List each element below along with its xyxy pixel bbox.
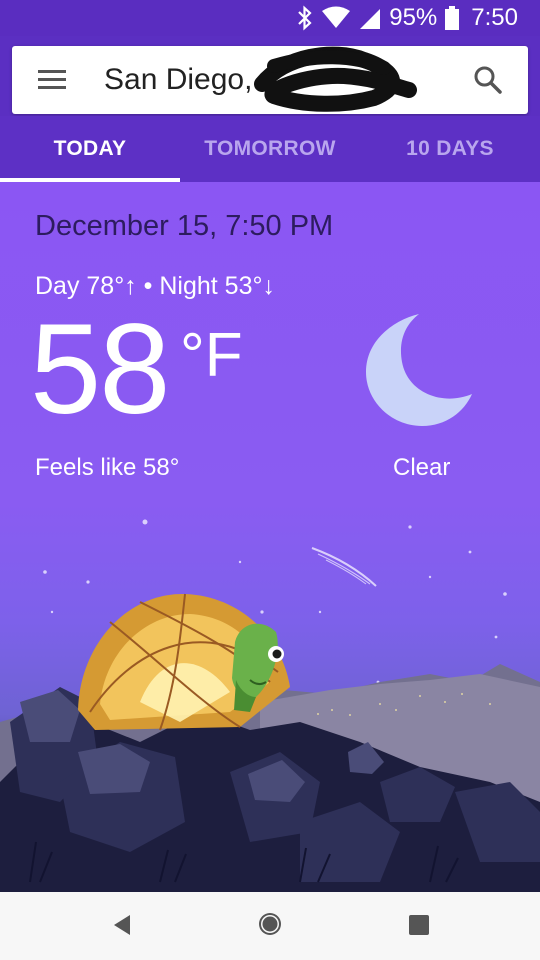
temperature-unit[interactable]: °F — [180, 320, 243, 391]
bluetooth-icon — [298, 5, 312, 31]
tab-bar: TODAY TOMORROW 10 DAYS — [0, 116, 540, 182]
tab-10-days[interactable]: 10 DAYS — [360, 116, 540, 182]
tab-tomorrow[interactable]: TOMORROW — [180, 116, 360, 182]
home-icon[interactable] — [257, 911, 283, 937]
clock: 7:50 — [471, 4, 518, 31]
battery-icon — [445, 6, 460, 30]
tent — [78, 593, 290, 731]
weather-panel: December 15, 7:50 PM Day 78°↑ • Night 53… — [0, 182, 540, 892]
status-bar: 95% 7:50 — [0, 0, 540, 36]
date-time: December 15, 7:50 PM — [35, 210, 334, 242]
moon-icon — [366, 314, 472, 426]
signal-icon — [360, 9, 381, 29]
search-bar[interactable]: San Diego, C — [12, 46, 528, 114]
search-icon[interactable] — [472, 64, 504, 96]
recents-icon[interactable] — [409, 915, 429, 935]
battery-percent: 95% — [389, 4, 438, 31]
back-icon[interactable] — [112, 914, 132, 936]
day-night-temps: Day 78°↑ • Night 53°↓ — [35, 272, 275, 300]
tab-today[interactable]: TODAY — [0, 116, 180, 182]
redaction-scribble — [254, 46, 417, 112]
condition-label: Clear — [393, 454, 451, 481]
feels-like: Feels like 58° — [35, 454, 180, 481]
menu-icon[interactable] — [38, 66, 66, 94]
wifi-icon — [322, 6, 351, 28]
shooting-star — [311, 547, 377, 587]
current-temperature: 58 — [30, 298, 170, 441]
